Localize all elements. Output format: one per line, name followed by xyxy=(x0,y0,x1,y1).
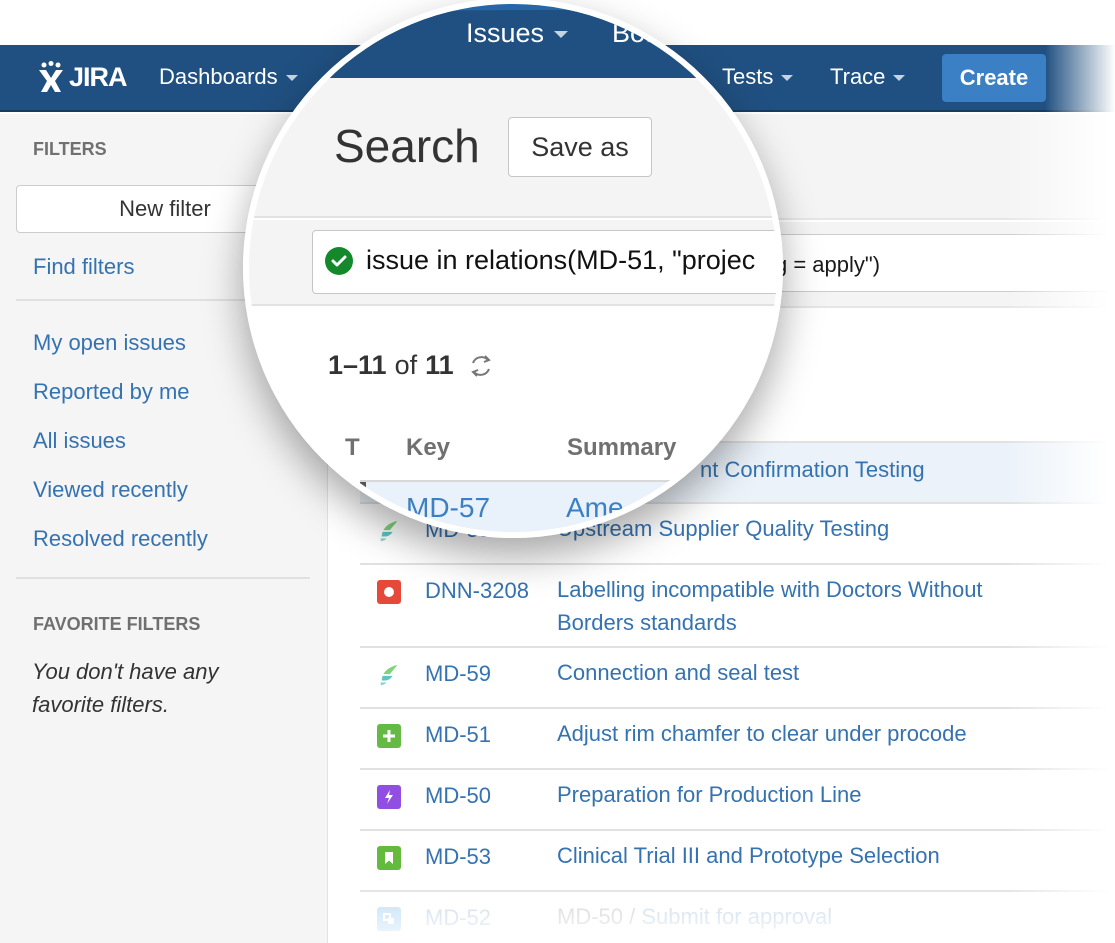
selected-row-marker xyxy=(360,482,366,502)
epic-wave-icon xyxy=(377,663,401,687)
jql-query-text[interactable]: issue in relations(MD-51, "projec xyxy=(366,245,755,276)
favorite-filters-empty-message: You don't have any favorite filters. xyxy=(32,659,219,717)
issue-key[interactable]: MD-53 xyxy=(425,844,491,870)
valid-query-check-icon xyxy=(325,247,353,275)
chevron-down-icon xyxy=(374,31,389,38)
save-as-button[interactable]: Save as xyxy=(508,117,652,177)
issue-summary[interactable]: Labelling incompatible with Doctors With… xyxy=(557,573,1027,639)
table-row[interactable]: DNN-3208 Labelling incompatible with Doc… xyxy=(360,563,1115,646)
chevron-down-icon xyxy=(554,31,569,38)
right-fade-overlay xyxy=(1005,114,1115,943)
magnifier-lens: cts Issues Boa Search Save as issue in r… xyxy=(243,0,783,538)
issue-summary[interactable]: Adjust rim chamfer to clear under procod… xyxy=(557,717,1027,750)
filters-heading: FILTERS xyxy=(33,139,107,159)
nav-boards-label: Boa xyxy=(612,18,661,48)
issue-key[interactable]: MD-51 xyxy=(425,722,491,748)
nav-projects-label: cts xyxy=(330,18,365,48)
sidebar-item-resolved-recently[interactable]: Resolved recently xyxy=(33,526,208,552)
nav-issues[interactable]: Issues xyxy=(466,18,569,49)
column-header-type[interactable]: T xyxy=(345,434,360,462)
result-total: 11 xyxy=(425,350,454,380)
sidebar-divider xyxy=(16,577,310,579)
table-row[interactable]: MD-50 Preparation for Production Line xyxy=(360,768,1115,829)
sidebar-item-all-issues[interactable]: All issues xyxy=(33,428,126,454)
bug-icon xyxy=(377,580,401,604)
jira-logo-icon xyxy=(39,61,63,92)
favorite-filters-heading: FAVORITE FILTERS xyxy=(33,614,201,634)
chevron-down-icon xyxy=(893,75,906,81)
issue-key[interactable]: MD-59 xyxy=(425,661,491,687)
issue-summary[interactable]: Preparation for Production Line xyxy=(557,778,1027,811)
nav-projects[interactable]: cts xyxy=(330,18,389,49)
issue-summary[interactable]: Clinical Trial III and Prototype Selecti… xyxy=(557,839,1027,872)
nav-issues-label: Issues xyxy=(466,18,545,48)
page-title: Search xyxy=(334,120,480,172)
sidebar-item-reported-by-me[interactable]: Reported by me xyxy=(33,379,190,405)
issue-summary[interactable]: Connection and seal test xyxy=(557,656,1027,689)
sidebar-item-my-open-issues[interactable]: My open issues xyxy=(33,330,186,356)
nav-trace[interactable]: Trace xyxy=(830,64,906,90)
table-row[interactable]: MD-59 Connection and seal test xyxy=(360,646,1115,707)
nav-boards[interactable]: Boa xyxy=(612,18,660,49)
issue-key[interactable]: MD-57 xyxy=(406,492,490,524)
sidebar-item-viewed-recently[interactable]: Viewed recently xyxy=(33,477,188,503)
issue-key[interactable]: MD-50 xyxy=(425,783,491,809)
issue-key[interactable]: DNN-3208 xyxy=(425,578,529,604)
jira-logo-text: JIRA xyxy=(69,61,128,92)
table-row[interactable]: MD-51 Adjust rim chamfer to clear under … xyxy=(360,707,1115,768)
create-button[interactable]: Create xyxy=(942,54,1046,102)
new-filter-button[interactable]: New filter xyxy=(16,185,264,233)
topbar-fade-overlay xyxy=(1045,45,1115,114)
result-range: 1–11 xyxy=(328,350,387,380)
chevron-down-icon xyxy=(781,75,794,81)
find-filters-link[interactable]: Find filters xyxy=(33,254,134,280)
column-header-summary[interactable]: Summary xyxy=(567,434,676,462)
nav-trace-label: Trace xyxy=(830,64,886,89)
refresh-icon[interactable] xyxy=(468,353,494,379)
bottom-fade-overlay xyxy=(329,880,1115,943)
issue-summary[interactable]: Ame xyxy=(566,492,624,524)
result-count: 1–11 of 11 xyxy=(328,350,494,381)
story-bookmark-icon xyxy=(377,846,401,870)
epic-lightning-icon xyxy=(377,785,401,809)
column-header-key[interactable]: Key xyxy=(406,434,450,462)
jira-logo[interactable]: JIRA xyxy=(36,59,128,95)
new-feature-plus-icon xyxy=(377,724,401,748)
result-of-label: of xyxy=(394,350,418,380)
